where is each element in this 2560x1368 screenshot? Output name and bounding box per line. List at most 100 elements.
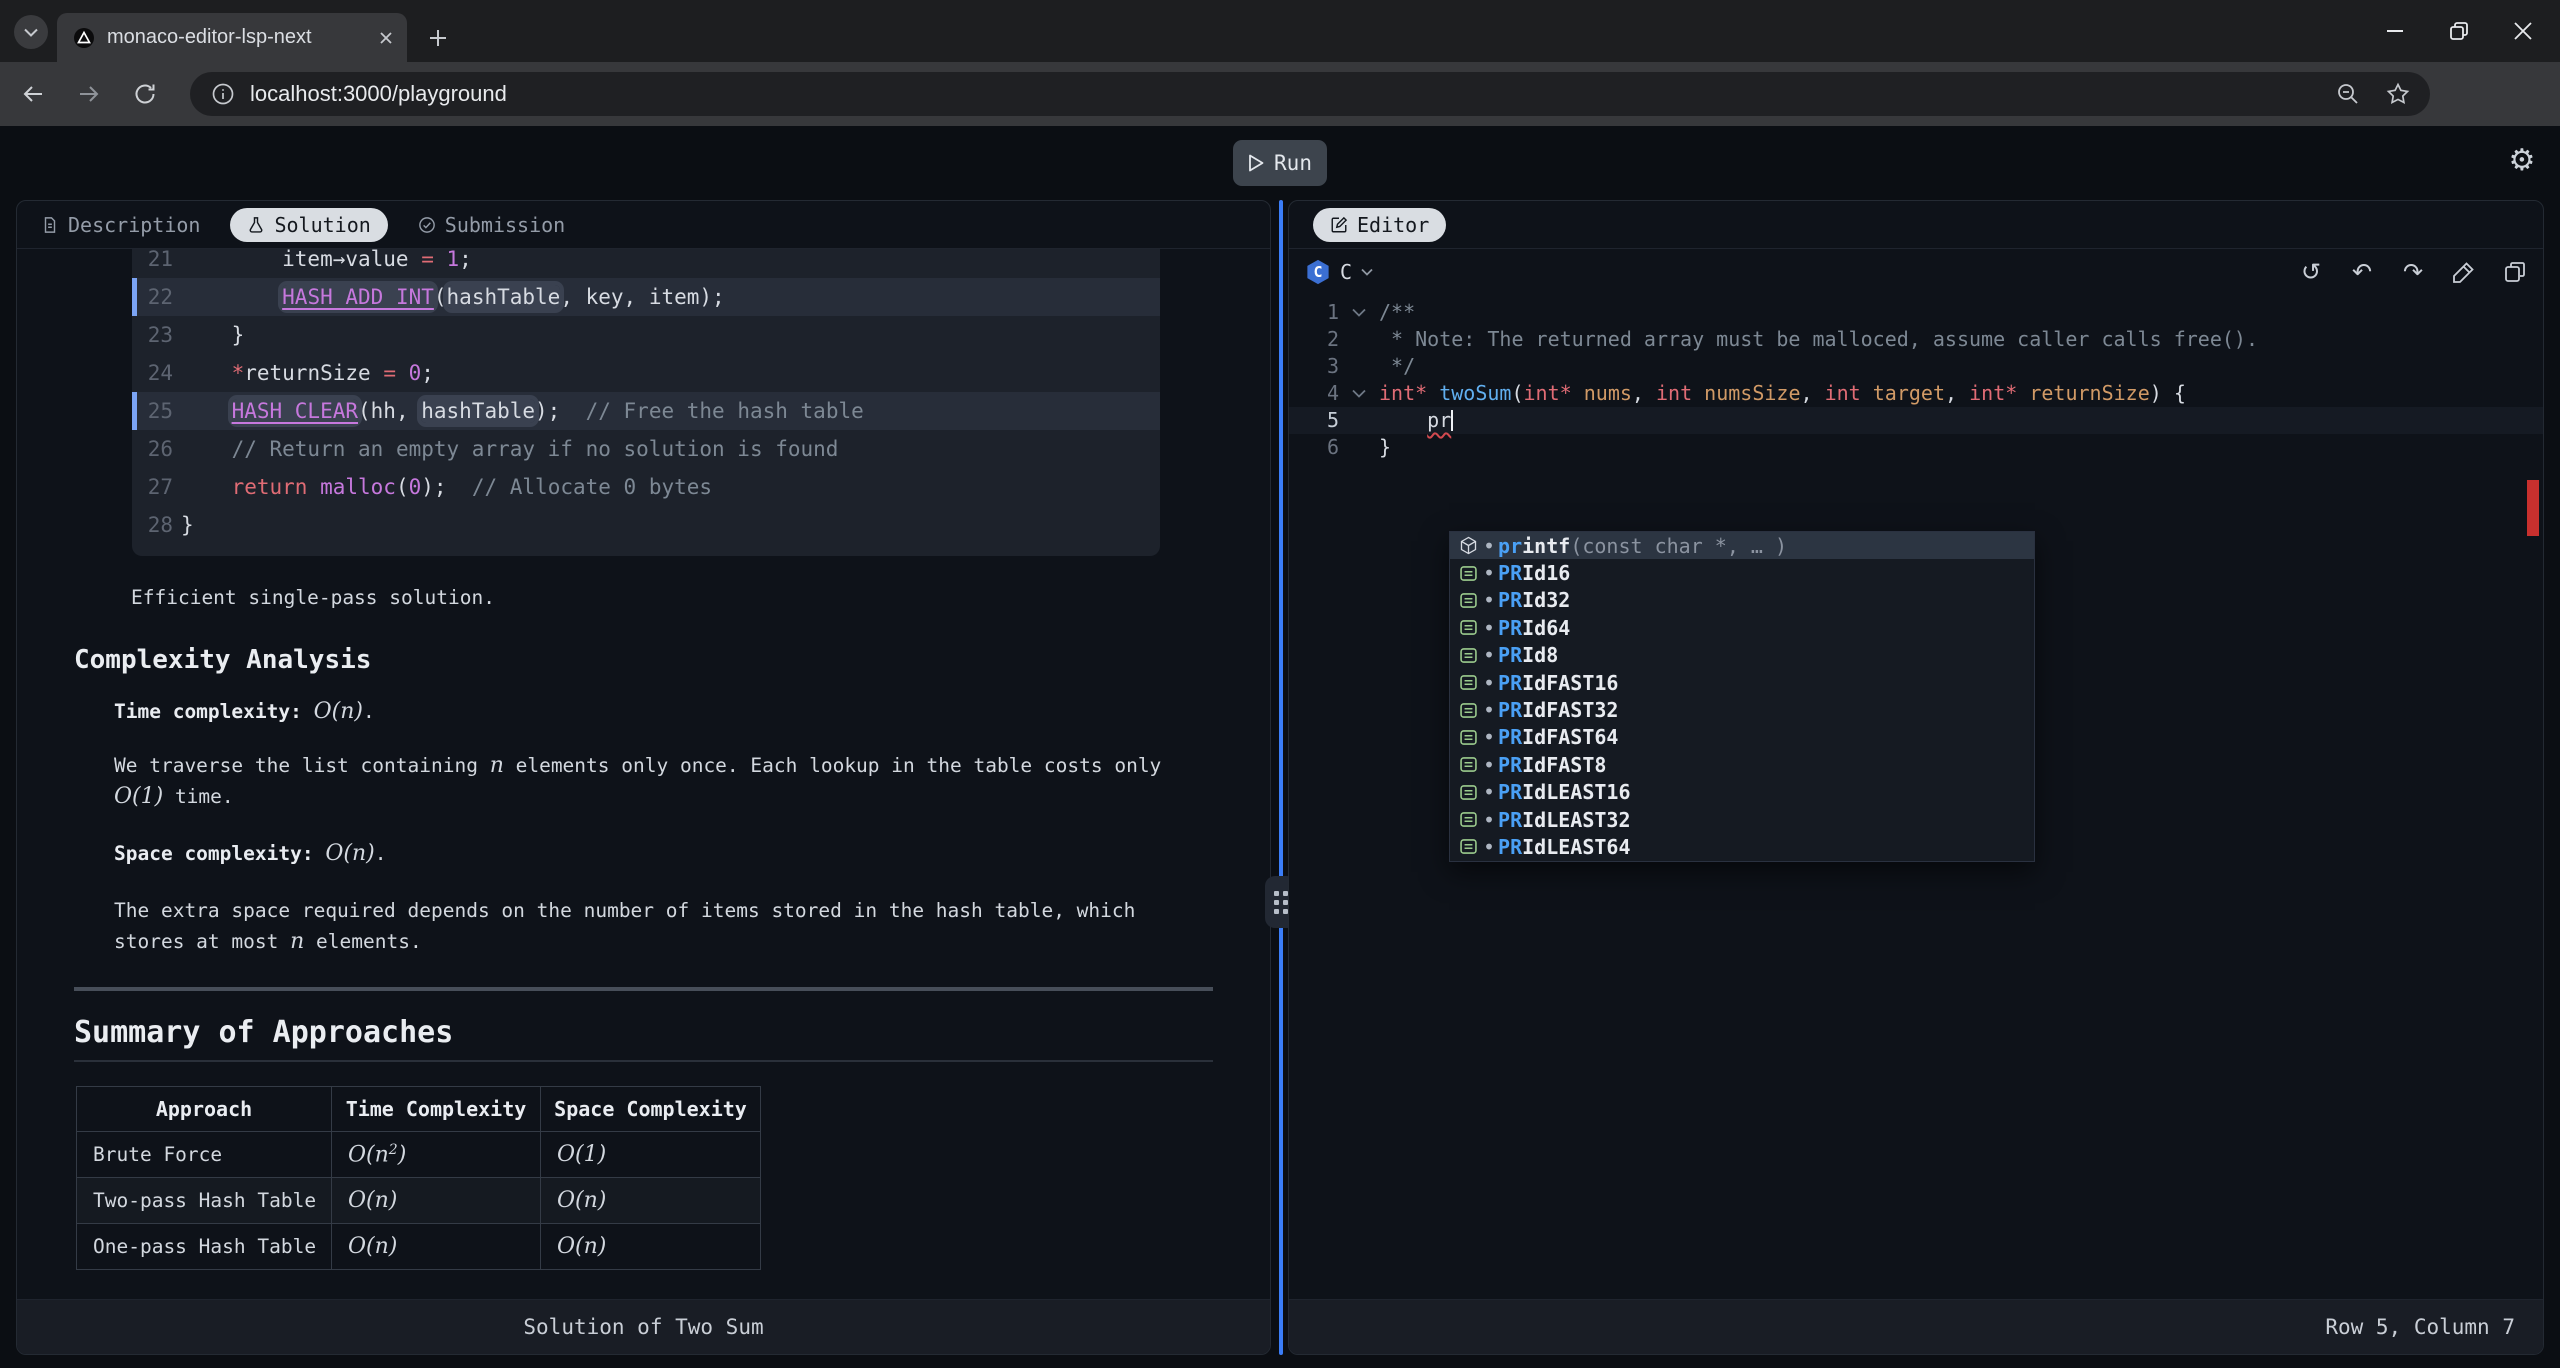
space-cell: O(n) [541,1178,761,1224]
suggestion-PRId8[interactable]: •PRId8 [1450,642,2034,669]
field-icon [1457,835,1480,858]
field-icon [1457,644,1480,667]
reload-button[interactable] [130,79,160,109]
fold-chevron-icon[interactable] [1339,380,1379,407]
section-divider [74,987,1213,991]
field-icon [1457,699,1480,722]
line-number: 28 [132,506,173,544]
table-header-approach: Approach [77,1087,332,1132]
tab-description[interactable]: Description [41,213,200,237]
back-button[interactable] [18,79,48,109]
suggestion-match: PR [1498,643,1522,667]
code-line-4[interactable]: 4 int* twoSum(int* nums, int numsSize, i… [1289,380,2543,407]
suggestion-PRIdLEAST16[interactable]: •PRIdLEAST16 [1450,779,2034,806]
line-number: 6 [1289,434,1339,461]
suggestion-label: IdLEAST32 [1522,808,1630,832]
new-tab-button[interactable] [420,20,456,56]
solution-content: 21 item→value = 1;22 HASH_ADD_INT(hashTa… [17,249,1270,1299]
edit-pencil-icon [1330,216,1348,234]
document-icon [41,216,59,234]
code-line-2[interactable]: 2 * Note: The returned array must be mal… [1289,326,2543,353]
time-cell: O(n) [332,1178,541,1224]
fold-chevron-icon[interactable] [1339,299,1379,326]
suggestion-match: PR [1498,588,1522,612]
browser-tab[interactable]: monaco-editor-lsp-next [57,13,407,62]
suggestion-bullet: • [1483,698,1495,722]
tab-submission[interactable]: Submission [418,213,565,237]
suggestion-printf[interactable]: •printf(const char *, … ) [1450,532,2034,559]
run-button[interactable]: Run [1233,140,1327,186]
suggestion-PRId64[interactable]: •PRId64 [1450,614,2034,641]
code-line-3[interactable]: 3 */ [1289,353,2543,380]
suggestion-bullet: • [1483,671,1495,695]
code-line-25: 25 HASH_CLEAR(hh, hashTable); // Free th… [132,392,1160,430]
line-number: 1 [1289,299,1339,326]
code-line-24: 24 *returnSize = 0; [132,354,1160,392]
time-complexity-desc: We traverse the list containing n elemen… [114,750,1210,812]
space-cell: O(1) [541,1132,761,1178]
tab-editor[interactable]: Editor [1313,208,1446,242]
address-bar[interactable]: localhost:3000/playground [190,72,2430,116]
editor-tabs: Editor [1289,201,2543,249]
browser-tabstrip: monaco-editor-lsp-next [0,0,2560,62]
window-close-icon[interactable] [2514,22,2532,40]
tab-solution[interactable]: Solution [230,208,387,242]
undo-icon[interactable]: ↶ [2350,260,2374,284]
redo-icon[interactable]: ↷ [2401,260,2425,284]
code-line-28: 28} [132,506,1160,544]
flask-icon [247,216,265,234]
forward-button[interactable] [74,79,104,109]
tab-search-button[interactable] [14,15,48,49]
suggestion-PRId32[interactable]: •PRId32 [1450,587,2034,614]
bookmark-star-icon[interactable] [2386,82,2410,106]
field-icon [1457,808,1480,831]
suggestion-match: PR [1498,698,1522,722]
code-line-6[interactable]: 6} [1289,434,2543,461]
text-cursor [1451,410,1453,431]
suggestion-PRIdFAST8[interactable]: •PRIdFAST8 [1450,751,2034,778]
fold-gutter [1339,353,1379,380]
run-label: Run [1274,151,1312,175]
suggestion-PRId16[interactable]: •PRId16 [1450,559,2034,586]
problem-panel: Description Solution Submission 21 item→… [16,200,1271,1355]
tab-solution-label: Solution [274,213,370,237]
tab-submission-label: Submission [445,213,565,237]
suggestion-PRIdLEAST32[interactable]: •PRIdLEAST32 [1450,806,2034,833]
suggestion-PRIdFAST16[interactable]: •PRIdFAST16 [1450,669,2034,696]
suggestion-PRIdFAST32[interactable]: •PRIdFAST32 [1450,696,2034,723]
line-number: 27 [132,468,173,506]
suggestion-match: PR [1498,616,1522,640]
suggestion-PRIdFAST64[interactable]: •PRIdFAST64 [1450,724,2034,751]
suggestion-bullet: • [1483,588,1495,612]
code-line-1[interactable]: 1 /** [1289,299,2543,326]
url-text[interactable]: localhost:3000/playground [250,81,2336,107]
tab-title: monaco-editor-lsp-next [107,26,379,49]
suggestion-label: IdLEAST64 [1522,835,1630,859]
tab-editor-label: Editor [1357,213,1429,237]
fold-gutter [1339,434,1379,461]
code-line-5[interactable]: 5 pr [1289,407,2543,434]
panel-resizer[interactable] [1279,200,1283,1355]
settings-gear-icon[interactable]: ⚙ [2502,140,2542,180]
table-header-space: Space Complexity [541,1087,761,1132]
tab-close-icon[interactable] [379,31,393,45]
code-editor[interactable]: 1 /**2 * Note: The returned array must b… [1289,295,2543,1299]
window-minimize-icon[interactable] [2386,22,2404,40]
suggestion-PRIdLEAST64[interactable]: •PRIdLEAST64 [1450,833,2034,860]
field-icon [1457,562,1480,585]
problem-tabs: Description Solution Submission [17,201,1270,249]
format-code-icon[interactable] [2452,260,2476,284]
window-restore-icon[interactable] [2450,22,2468,40]
copy-code-icon[interactable] [2503,260,2527,284]
time-cell: O(n) [332,1224,541,1270]
reset-code-icon[interactable]: ↺ [2299,260,2323,284]
line-number: 5 [1289,407,1339,434]
zoom-out-icon[interactable] [2336,82,2360,106]
suggestion-label: intf [1522,534,1570,558]
site-info-icon[interactable] [212,83,234,105]
summary-heading: Summary of Approaches [74,1015,1270,1050]
c-language-icon: C [1305,259,1331,285]
cursor-position-status: Row 5, Column 7 [1289,1299,2543,1354]
language-select[interactable]: C C [1305,259,1373,285]
suggestion-label: IdFAST16 [1522,671,1618,695]
